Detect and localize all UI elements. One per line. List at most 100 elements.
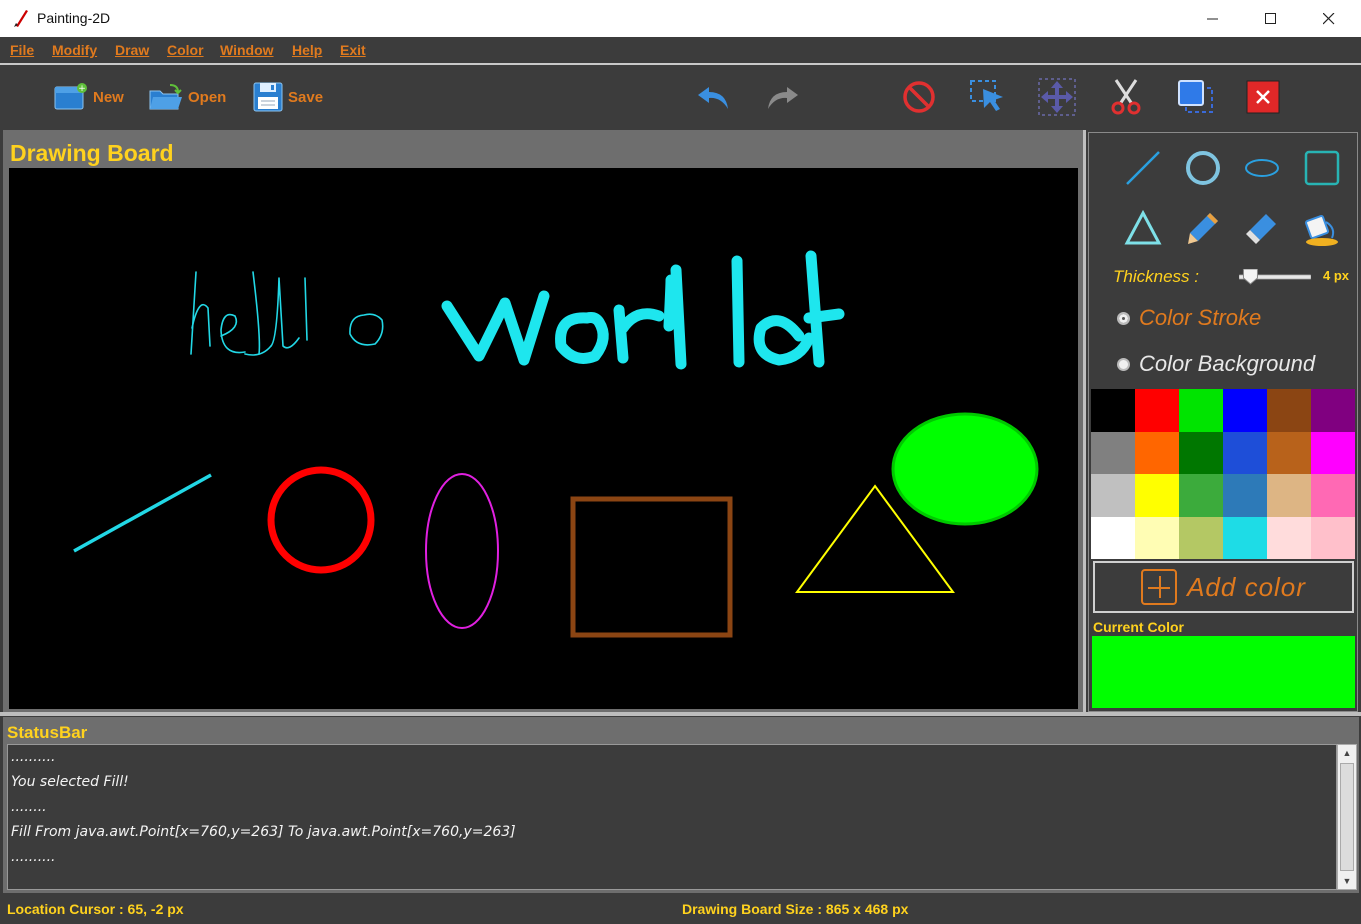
save-button-label: Save xyxy=(288,88,324,106)
color-swatch[interactable] xyxy=(1091,431,1135,474)
menu-window[interactable]: Window xyxy=(220,42,274,58)
select-button[interactable] xyxy=(969,77,1007,117)
red-circle-shape xyxy=(267,466,375,574)
status-log-line: .......... xyxy=(11,749,56,765)
move-button[interactable] xyxy=(1038,77,1076,117)
scrollbar-thumb[interactable] xyxy=(1340,763,1354,871)
pencil-tool-icon xyxy=(1188,213,1218,244)
eraser-tool-icon xyxy=(1246,214,1276,244)
color-background-option[interactable]: Color Background xyxy=(1117,351,1315,377)
color-stroke-label: Color Stroke xyxy=(1139,305,1262,330)
svg-text:+: + xyxy=(78,84,86,94)
add-color-label: Add color xyxy=(1187,571,1306,602)
open-folder-icon xyxy=(149,84,182,110)
fill-bucket-tool-button[interactable] xyxy=(1301,207,1343,249)
add-color-button[interactable]: Add color xyxy=(1093,561,1354,613)
cut-button[interactable] xyxy=(1108,77,1144,117)
color-swatch[interactable] xyxy=(1091,516,1135,559)
color-swatch[interactable] xyxy=(1135,516,1179,559)
color-background-radio[interactable] xyxy=(1117,357,1130,371)
color-palette xyxy=(1091,389,1355,559)
color-background-label: Color Background xyxy=(1139,351,1316,376)
open-button-label: Open xyxy=(188,88,227,106)
eraser-tool-button[interactable] xyxy=(1241,207,1283,249)
delete-button[interactable] xyxy=(1246,77,1280,117)
color-swatch[interactable] xyxy=(1091,474,1135,517)
status-panel: StatusBar .......... You selected Fill! … xyxy=(3,717,1359,893)
status-log[interactable]: .......... You selected Fill! ........ F… xyxy=(7,744,1337,890)
color-swatch[interactable] xyxy=(1179,431,1223,474)
color-swatch[interactable] xyxy=(1311,516,1355,559)
color-swatch[interactable] xyxy=(1179,516,1223,559)
close-icon xyxy=(1323,12,1335,24)
menu-draw[interactable]: Draw xyxy=(115,42,149,58)
color-swatch[interactable] xyxy=(1179,389,1223,432)
status-log-line: .......... xyxy=(11,849,56,865)
delete-icon xyxy=(1246,80,1280,114)
color-swatch[interactable] xyxy=(1311,389,1355,432)
menu-help[interactable]: Help xyxy=(292,42,322,58)
clear-board-button[interactable] xyxy=(901,77,937,117)
color-swatch[interactable] xyxy=(1223,516,1267,559)
drawing-canvas[interactable] xyxy=(9,168,1078,709)
menu-exit[interactable]: Exit xyxy=(340,42,366,58)
menu-bar: File Modify Draw Color Window Help Exit xyxy=(0,37,1361,64)
maximize-icon xyxy=(1265,12,1276,24)
color-swatch[interactable] xyxy=(1311,431,1355,474)
status-scrollbar[interactable]: ▲ ▼ xyxy=(1337,744,1357,890)
bottom-info-bar: Location Cursor : 65, -2 px Drawing Boar… xyxy=(0,893,1361,924)
color-swatch[interactable] xyxy=(1135,474,1179,517)
color-swatch[interactable] xyxy=(1091,389,1135,432)
undo-button[interactable] xyxy=(695,77,733,117)
color-swatch[interactable] xyxy=(1135,431,1179,474)
color-swatch[interactable] xyxy=(1179,474,1223,517)
status-log-line: ........ xyxy=(11,799,47,815)
status-bar-title: StatusBar xyxy=(7,723,88,742)
menu-file[interactable]: File xyxy=(10,42,34,58)
menu-color[interactable]: Color xyxy=(167,42,204,58)
color-swatch[interactable] xyxy=(1223,389,1267,432)
thickness-slider-thumb xyxy=(1242,269,1258,285)
pencil-tool-button[interactable] xyxy=(1182,207,1224,249)
drawing-board-panel: Drawing Board xyxy=(3,130,1083,712)
close-window-button[interactable] xyxy=(1300,0,1358,37)
title-bar: Painting-2D xyxy=(0,0,1361,37)
horizontal-splitter[interactable] xyxy=(0,712,1361,716)
color-swatch[interactable] xyxy=(1135,389,1179,432)
minimize-button[interactable] xyxy=(1184,0,1242,37)
redo-button[interactable] xyxy=(763,77,801,117)
open-button[interactable]: Open xyxy=(148,77,226,117)
window-title: Painting-2D xyxy=(37,10,111,26)
menu-modify[interactable]: Modify xyxy=(52,42,97,58)
rectangle-tool-button[interactable] xyxy=(1301,147,1343,189)
copy-icon xyxy=(1178,80,1213,113)
triangle-tool-button[interactable] xyxy=(1122,207,1164,249)
thickness-value: 4 px xyxy=(1323,268,1350,283)
copy-button[interactable] xyxy=(1176,77,1214,117)
new-button[interactable]: + New xyxy=(53,77,124,117)
ellipse-tool-button[interactable] xyxy=(1241,147,1283,189)
color-swatch[interactable] xyxy=(1311,474,1355,517)
color-swatch[interactable] xyxy=(1267,474,1311,517)
thickness-slider[interactable] xyxy=(1239,269,1311,285)
line-tool-button[interactable] xyxy=(1122,147,1164,189)
save-button[interactable]: Save xyxy=(252,77,323,117)
vertical-splitter[interactable] xyxy=(1083,130,1086,712)
toolbar: + New Open Save xyxy=(0,65,1361,129)
maximize-button[interactable] xyxy=(1242,0,1300,37)
color-swatch[interactable] xyxy=(1267,431,1311,474)
app-logo-icon xyxy=(14,10,28,27)
circle-tool-button[interactable] xyxy=(1182,147,1224,189)
status-log-line: Fill From java.awt.Point[x=760,y=263] To… xyxy=(11,824,516,840)
color-swatch[interactable] xyxy=(1223,431,1267,474)
color-swatch[interactable] xyxy=(1223,474,1267,517)
color-swatch[interactable] xyxy=(1267,389,1311,432)
color-stroke-option[interactable]: Color Stroke xyxy=(1117,305,1261,331)
brown-rectangle-shape xyxy=(570,496,733,638)
color-stroke-radio[interactable] xyxy=(1117,311,1130,325)
scroll-down-icon[interactable]: ▼ xyxy=(1338,873,1356,889)
undo-icon xyxy=(698,87,728,109)
color-swatch[interactable] xyxy=(1267,516,1311,559)
canvas-drawing xyxy=(73,250,1039,638)
scroll-up-icon[interactable]: ▲ xyxy=(1338,745,1356,761)
